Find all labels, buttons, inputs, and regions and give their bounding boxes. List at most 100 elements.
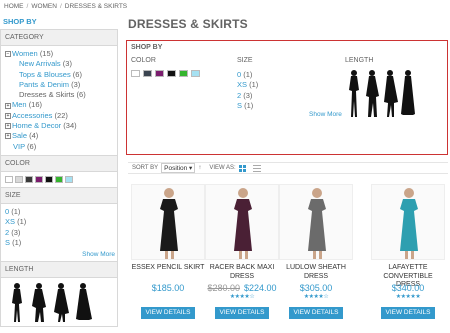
shop-by-panel: Shop By Color Size 0 (1) XS (1) 2 (3) S (1)… — [126, 40, 448, 155]
size-option[interactable]: S (1) — [237, 101, 258, 111]
view-details-button[interactable]: View Details — [141, 307, 195, 319]
shop-by-color-swatches — [131, 70, 200, 77]
category-count: (15) — [39, 49, 54, 58]
product-image[interactable] — [131, 184, 205, 260]
sort-direction-icon[interactable]: ↑ — [198, 165, 201, 171]
size-option[interactable]: 0 (1) — [5, 207, 113, 217]
category-item[interactable]: Dresses & Skirts (6) — [5, 90, 113, 100]
size-option[interactable]: 0 (1) — [237, 70, 258, 80]
size-filter: Size 0 (1) XS (1) 2 (3) S (1) Show More — [0, 187, 118, 263]
category-item[interactable]: Pants & Denim (3) — [5, 80, 113, 90]
shop-by-show-more[interactable]: Show More — [309, 111, 344, 118]
product-image[interactable] — [371, 184, 445, 260]
size-option[interactable]: XS (1) — [237, 80, 258, 90]
expand-icon[interactable]: + — [5, 123, 11, 130]
color-swatch[interactable] — [179, 70, 188, 77]
category-label: New Arrivals — [19, 59, 61, 69]
product-name[interactable]: Lafayette Convertible Dress — [371, 264, 445, 288]
size-show-more[interactable]: Show More — [1, 251, 117, 261]
sort-select[interactable]: Position ▾ — [161, 163, 196, 173]
product-rating: ★★★★★ — [395, 294, 421, 300]
category-count: (6) — [27, 141, 37, 151]
color-swatch[interactable] — [167, 70, 176, 77]
color-swatch[interactable] — [55, 175, 63, 183]
color-swatch[interactable] — [155, 70, 164, 77]
color-swatch[interactable] — [143, 70, 152, 77]
color-swatch[interactable] — [35, 175, 43, 183]
size-count: (3) — [243, 90, 253, 100]
category-heading[interactable]: Category — [1, 30, 117, 46]
category-item[interactable]: Tops & Blouses (6) — [5, 70, 113, 80]
color-column-heading: Color — [131, 57, 156, 64]
size-option[interactable]: XS (1) — [5, 217, 113, 227]
product-card: Lafayette Convertible Dress $340.00 ★★★★★ V… — [371, 184, 445, 319]
size-label: 2 — [5, 227, 10, 237]
category-label: Women — [12, 49, 38, 58]
expand-icon[interactable]: + — [5, 112, 11, 119]
category-label: Men — [12, 100, 27, 110]
shop-by-size-options: 0 (1) XS (1) 2 (3) S (1) — [237, 70, 258, 111]
size-option[interactable]: S (1) — [5, 238, 113, 248]
product-name[interactable]: Essex Pencil Skirt — [131, 264, 205, 281]
silhouette-icons[interactable] — [7, 282, 107, 323]
category-item[interactable]: VIP (6) — [5, 142, 113, 152]
size-label: 0 — [237, 70, 242, 79]
breadcrumb-women[interactable]: Women — [31, 3, 57, 10]
size-label: XS — [237, 80, 248, 90]
size-heading[interactable]: Size — [1, 187, 117, 204]
category-label: Sale — [12, 131, 28, 141]
size-option[interactable]: 2 (3) — [237, 91, 258, 101]
expand-icon[interactable]: + — [5, 133, 11, 140]
product-price-row: $305.00 — [279, 283, 353, 293]
length-silhouettes — [1, 278, 117, 326]
collapse-icon[interactable]: − — [5, 51, 11, 58]
product-price: $305.00 — [299, 283, 333, 293]
category-item[interactable]: New Arrivals (3) — [5, 59, 113, 69]
product-name[interactable]: Racer Back Maxi Dress — [205, 264, 279, 281]
view-details-button[interactable]: View Details — [289, 307, 343, 319]
product-image[interactable] — [279, 184, 353, 260]
toolbar: Sort By Position ▾ ↑ View As: — [128, 162, 448, 174]
color-swatch[interactable] — [191, 70, 200, 77]
category-item[interactable]: + Sale (4) — [5, 131, 113, 141]
color-swatch[interactable] — [15, 175, 23, 183]
category-label: VIP — [13, 141, 25, 151]
color-swatch[interactable] — [5, 175, 13, 183]
view-details-button[interactable]: View Details — [381, 307, 435, 319]
breadcrumb-home[interactable]: Home — [4, 3, 24, 10]
product-name[interactable]: Ludlow Sheath Dress — [279, 264, 353, 281]
sort-label: Sort By — [132, 165, 159, 171]
length-silhouettes-icon[interactable] — [345, 69, 415, 117]
list-view-icon[interactable] — [252, 164, 261, 172]
view-details-button[interactable]: View Details — [215, 307, 269, 319]
color-swatch[interactable] — [131, 70, 140, 77]
category-count: (4) — [29, 131, 39, 141]
category-label: Tops & Blouses — [19, 69, 71, 79]
size-option[interactable]: 2 (3) — [5, 228, 113, 238]
category-item[interactable]: + Men (16) — [5, 100, 113, 110]
length-filter: Length — [0, 262, 118, 328]
product-price-row: $340.00 — [371, 283, 445, 293]
size-label: S — [5, 237, 11, 247]
category-item[interactable]: + Accessories (22) — [5, 111, 113, 121]
grid-view-icon[interactable] — [238, 164, 246, 172]
size-count: (1) — [11, 206, 21, 216]
product-image[interactable] — [205, 184, 279, 260]
product-price: $185.00 — [151, 283, 185, 293]
category-item[interactable]: + Home & Decor (34) — [5, 121, 113, 131]
sort-value: Position — [164, 165, 188, 172]
color-swatch[interactable] — [45, 175, 53, 183]
expand-icon[interactable]: + — [5, 102, 11, 109]
size-label: S — [237, 100, 243, 110]
color-swatch[interactable] — [25, 175, 33, 183]
view-label: View As: — [209, 165, 236, 171]
category-count: (6) — [72, 69, 82, 79]
length-heading[interactable]: Length — [1, 262, 117, 279]
product-price: $224.00 — [244, 283, 277, 293]
category-item[interactable]: − Women (15) — [5, 49, 113, 59]
color-swatch[interactable] — [65, 175, 73, 183]
category-count: (3) — [71, 79, 81, 89]
color-heading[interactable]: Color — [1, 155, 117, 172]
product-rating: ★★★★☆ — [229, 294, 255, 300]
sidebar: Shop By Category − Women (15) New Arrivals… — [0, 14, 118, 333]
